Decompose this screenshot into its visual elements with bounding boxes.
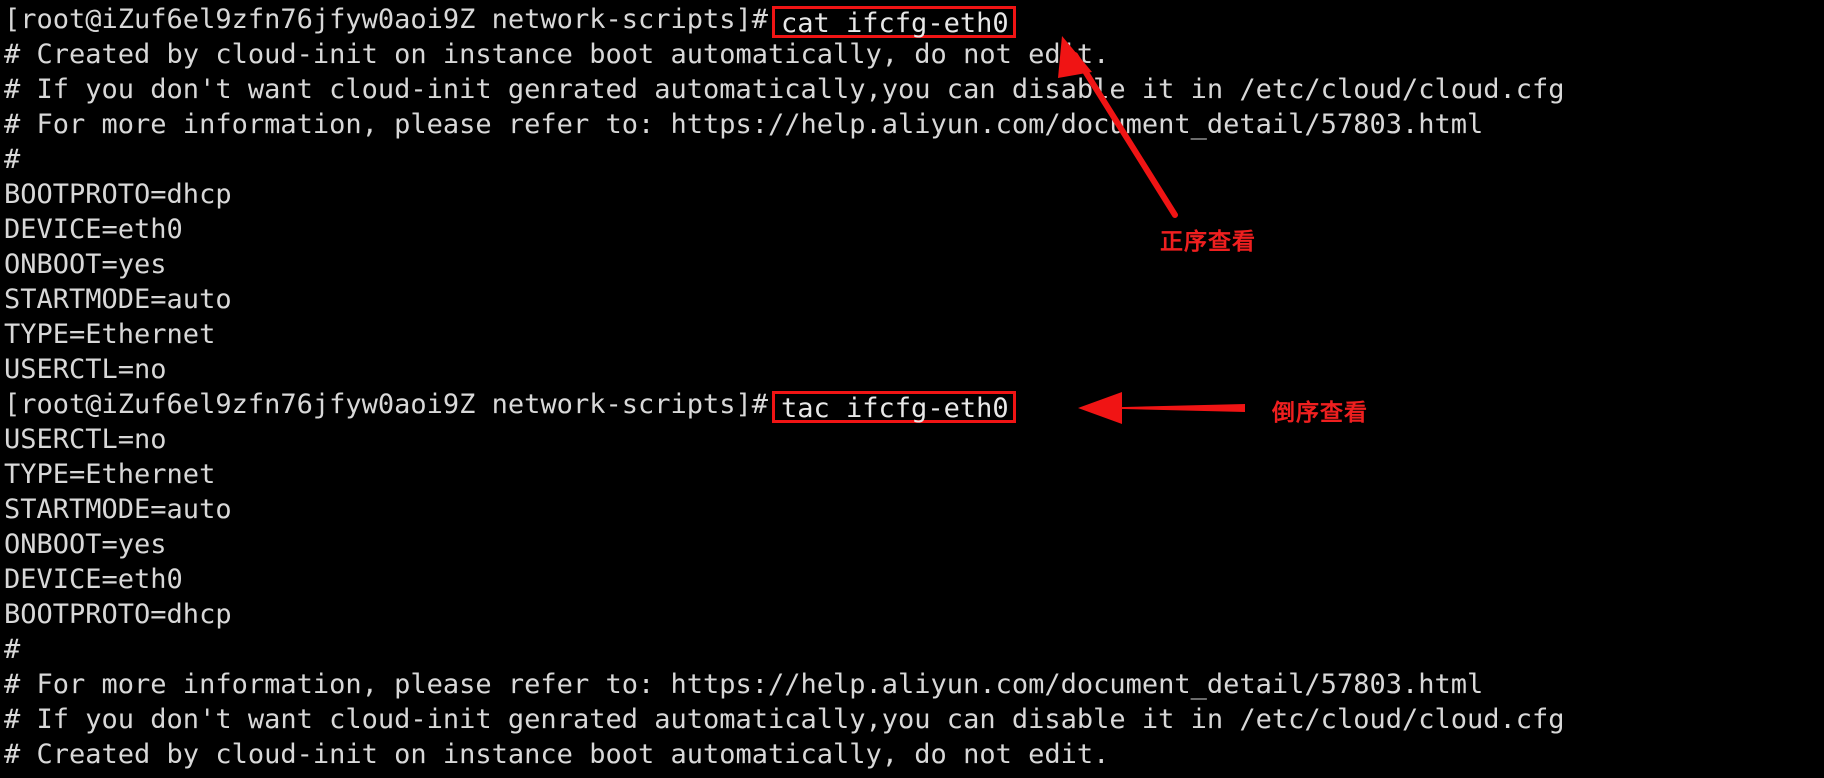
terminal-output-line: # If you don't want cloud-init genrated … [4, 74, 1565, 105]
terminal-output-line: # Created by cloud-init on instance boot… [4, 39, 1110, 70]
terminal-output-line: ONBOOT=yes [4, 249, 167, 280]
terminal-output-line: TYPE=Ethernet [4, 319, 216, 350]
terminal-output-line: STARTMODE=auto [4, 284, 232, 315]
terminal-output-line: ONBOOT=yes [4, 529, 167, 560]
terminal-output-line: # Created by cloud-init on instance boot… [4, 739, 1110, 770]
command-tac-highlight[interactable]: tac ifcfg-eth0 [772, 391, 1016, 424]
annotation-label-forward: 正序查看 [1160, 229, 1256, 255]
terminal-line-prompt-cat: [root@iZuf6el9zfn76jfyw0aoi9Z network-sc… [4, 2, 1824, 39]
terminal-output-line: USERCTL=no [4, 424, 167, 455]
terminal-window[interactable]: [root@iZuf6el9zfn76jfyw0aoi9Z network-sc… [0, 0, 1824, 778]
terminal-output-line: # For more information, please refer to:… [4, 669, 1484, 700]
shell-prompt-1: [root@iZuf6el9zfn76jfyw0aoi9Z network-sc… [4, 4, 769, 35]
shell-prompt-2: [root@iZuf6el9zfn76jfyw0aoi9Z network-sc… [4, 389, 769, 420]
terminal-output-line: # For more information, please refer to:… [4, 109, 1484, 140]
terminal-output-line: DEVICE=eth0 [4, 564, 183, 595]
terminal-output-line: # If you don't want cloud-init genrated … [4, 704, 1565, 735]
command-cat-highlight[interactable]: cat ifcfg-eth0 [772, 6, 1016, 39]
terminal-output-line: USERCTL=no [4, 354, 167, 385]
terminal-output-line: TYPE=Ethernet [4, 459, 216, 490]
terminal-output-line: BOOTPROTO=dhcp [4, 599, 232, 630]
terminal-output-line: DEVICE=eth0 [4, 214, 183, 245]
terminal-output-line: BOOTPROTO=dhcp [4, 179, 232, 210]
terminal-output-line: STARTMODE=auto [4, 494, 232, 525]
terminal-line-prompt-tac: [root@iZuf6el9zfn76jfyw0aoi9Z network-sc… [4, 387, 1824, 424]
annotation-label-reverse: 倒序查看 [1272, 400, 1368, 426]
terminal-output-line: # [4, 144, 21, 175]
terminal-output-line: # [4, 634, 21, 665]
